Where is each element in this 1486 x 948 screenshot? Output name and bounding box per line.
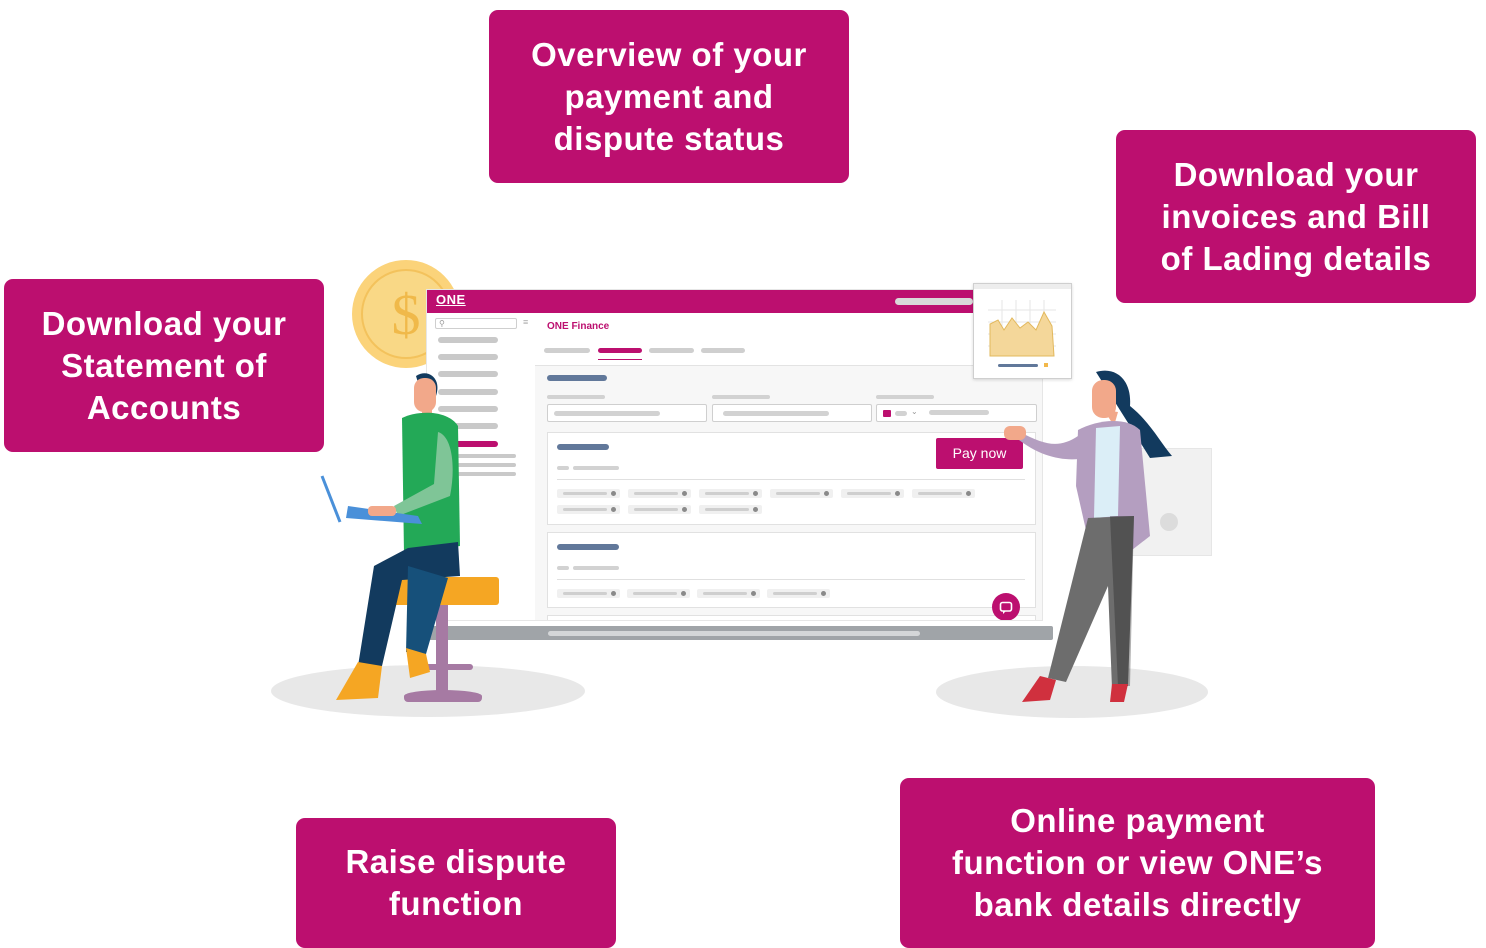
tab-active-underline: [598, 359, 642, 360]
invoice-card-subtitle: [573, 566, 619, 570]
tab-active[interactable]: [598, 348, 642, 353]
invoice-tag[interactable]: [628, 489, 691, 498]
invoice-tag[interactable]: [557, 505, 620, 514]
area-chart-icon: [988, 300, 1056, 357]
calendar-icon: [883, 410, 891, 417]
section-heading: [547, 375, 607, 381]
tab[interactable]: [649, 348, 694, 353]
invoice-tag[interactable]: [699, 489, 762, 498]
search-icon: ⚲: [439, 319, 445, 328]
filter-input[interactable]: [712, 404, 872, 422]
invoice-tag[interactable]: [697, 589, 760, 598]
sidebar-collapse-icon[interactable]: ≡: [523, 317, 528, 327]
divider: [557, 579, 1025, 580]
input-placeholder-bar: [554, 411, 660, 416]
invoice-card-subtitle: [557, 566, 569, 570]
invoice-card-partial: [547, 615, 1036, 620]
laptop-hinge: [548, 631, 920, 636]
invoice-card-subtitle: [557, 466, 569, 470]
invoice-card-subtitle: [573, 466, 619, 470]
invoice-tag[interactable]: [912, 489, 975, 498]
user-menu-placeholder[interactable]: [895, 298, 973, 305]
tab[interactable]: [544, 348, 590, 353]
chart-popup: [973, 283, 1072, 379]
woman-presenting-illustration: [1004, 370, 1172, 702]
sidebar-item[interactable]: [438, 354, 498, 360]
invoice-tag[interactable]: [627, 589, 690, 598]
sidebar-search-input[interactable]: ⚲: [435, 318, 517, 329]
invoice-tag[interactable]: [557, 589, 620, 598]
app-header: ONE: [427, 290, 1042, 313]
sidebar-item[interactable]: [438, 337, 498, 343]
input-placeholder-bar: [929, 410, 989, 415]
man-with-laptop-illustration: [320, 373, 460, 700]
invoice-card: [547, 532, 1036, 608]
input-placeholder-bar: [723, 411, 829, 416]
filter-input[interactable]: [547, 404, 707, 422]
invoice-tag[interactable]: [770, 489, 833, 498]
invoice-tag[interactable]: [699, 505, 762, 514]
filter-label: [876, 395, 934, 399]
invoice-tag[interactable]: [557, 489, 620, 498]
tab-bar: [535, 335, 1042, 366]
invoice-card-title: [557, 444, 609, 450]
divider: [557, 479, 1025, 480]
popup-titlebar: [974, 284, 1071, 289]
page-title: ONE Finance: [547, 321, 610, 332]
tab[interactable]: [701, 348, 745, 353]
chevron-down-icon: ⌄: [911, 407, 918, 416]
filter-label: [712, 395, 770, 399]
input-placeholder-bar: [895, 411, 907, 416]
one-logo[interactable]: ONE: [436, 293, 466, 307]
svg-text:$: $: [392, 282, 421, 347]
page-header: ONE Finance: [535, 313, 1042, 335]
invoice-tag[interactable]: [841, 489, 904, 498]
invoice-card-title: [557, 544, 619, 550]
app-window: ONE ⚲ ≡ ONE Finance ⌄ Pay now: [427, 290, 1042, 620]
filter-label: [547, 395, 605, 399]
invoice-tag[interactable]: [767, 589, 830, 598]
invoice-tag[interactable]: [628, 505, 691, 514]
